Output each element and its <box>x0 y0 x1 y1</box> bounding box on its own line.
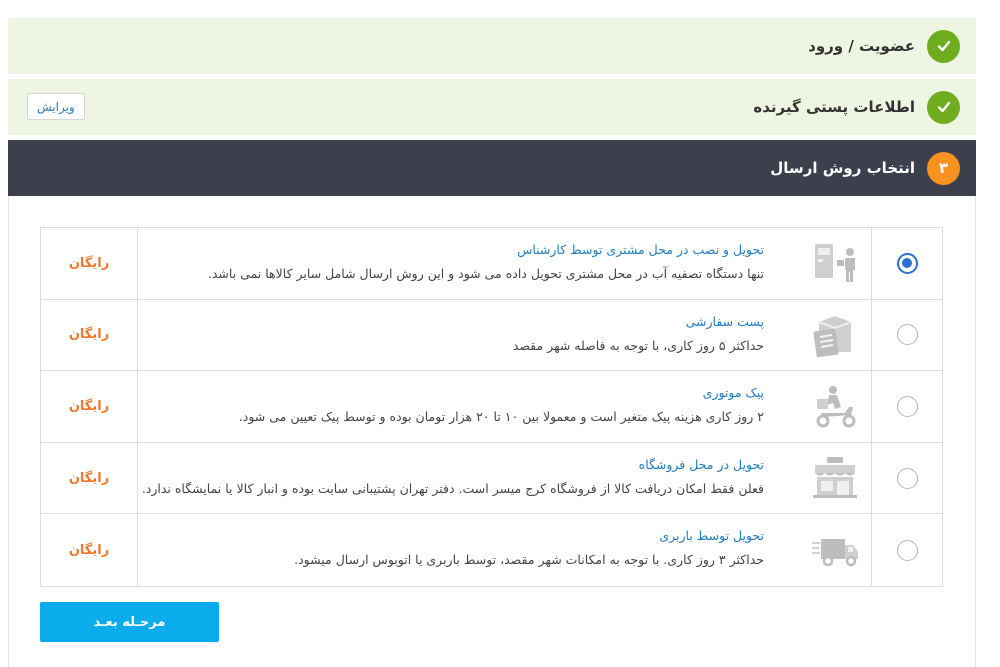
option-description: فعلن فقط امکان دریافت کالا از فروشگاه کر… <box>141 480 764 496</box>
option-price: رایگان <box>41 514 138 586</box>
option-title[interactable]: تحویل در محل فروشگاه <box>141 457 764 472</box>
option-title[interactable]: تحویل توسط باربری <box>141 528 764 543</box>
shipping-option[interactable]: پست سفارشی حداکثر ۵ روز کاری، با توجه به… <box>41 299 942 372</box>
option-description: تنها دستگاه تصفیه آب در محل مشتری تحویل … <box>207 266 764 281</box>
option-description: ۲ روز کاری هزینه پیک متغیر است و معمولا … <box>238 409 764 425</box>
option-price: رایگان <box>41 299 138 371</box>
step-title: عضویت / ورود <box>808 37 915 55</box>
option-price: رایگان <box>41 442 138 514</box>
option-price: رایگان <box>41 371 138 442</box>
radio-button[interactable] <box>896 324 918 346</box>
radio-button[interactable] <box>896 539 918 561</box>
step-title: انتخاب روش ارسال <box>770 159 915 177</box>
next-step-button[interactable]: مرحـله بعـد <box>40 602 219 642</box>
technician-delivery-icon <box>800 228 870 299</box>
option-title[interactable]: پست سفارشی <box>141 314 764 329</box>
shipping-option[interactable]: تحویل و نصب در محل مشتری توسط کارشناس تن… <box>41 228 942 300</box>
step-login: عضویت / ورود <box>8 18 976 74</box>
shipping-option[interactable]: تحویل در محل فروشگاه فعلن فقط امکان دریا… <box>41 442 942 515</box>
option-price: رایگان <box>41 228 138 299</box>
radio-button-selected[interactable] <box>896 252 918 274</box>
radio-button[interactable] <box>896 395 918 417</box>
shop-icon <box>800 443 870 514</box>
check-icon <box>927 29 960 63</box>
step-number-badge: ۳ <box>927 151 960 185</box>
option-description: حداکثر ۵ روز کاری، با توجه به فاصله شهر … <box>512 337 764 353</box>
option-title[interactable]: پیک موتوری <box>141 385 764 400</box>
step-shipping-method: ۳ انتخاب روش ارسال <box>8 140 976 196</box>
check-icon <box>927 90 960 124</box>
radio-button[interactable] <box>896 467 918 489</box>
step-shipping-info: ویرایش اطلاعات پستی گیرنده <box>8 79 976 135</box>
edit-button[interactable]: ویرایش <box>27 93 85 120</box>
shipping-option[interactable]: پیک موتوری ۲ روز کاری هزینه پیک متغیر اس… <box>41 371 942 443</box>
shipping-option[interactable]: تحویل توسط باربری حداکثر ۳ روز کاری. با … <box>41 514 942 586</box>
delivery-truck-icon <box>800 514 870 586</box>
option-description: حداکثر ۳ روز کاری. با توجه به امکانات شه… <box>294 552 764 568</box>
option-title[interactable]: تحویل و نصب در محل مشتری توسط کارشناس <box>141 242 764 257</box>
post-package-icon <box>800 300 870 371</box>
motorcycle-courier-icon <box>800 371 870 442</box>
step-title: اطلاعات پستی گیرنده <box>753 98 915 116</box>
shipping-options-table: تحویل و نصب در محل مشتری توسط کارشناس تن… <box>40 227 943 587</box>
